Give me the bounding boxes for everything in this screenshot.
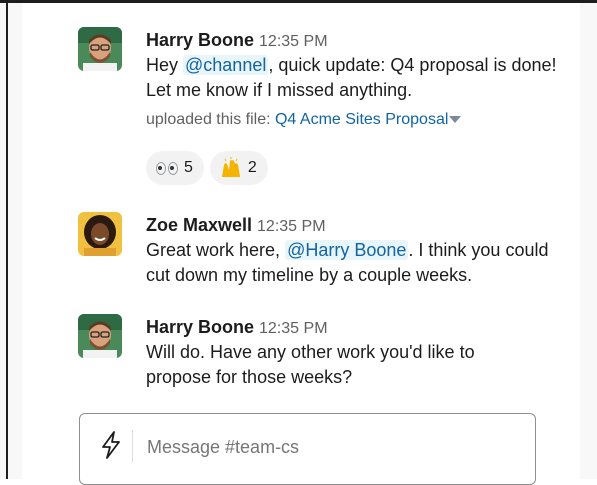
sender-name[interactable]: Zoe Maxwell bbox=[146, 215, 252, 235]
sender-name[interactable]: Harry Boone bbox=[146, 30, 254, 50]
eyes-emoji-icon bbox=[156, 161, 178, 175]
message-text-part: Great work here, bbox=[146, 240, 286, 260]
app-window: Harry Boone 12:35 PM Hey @channel, quick … bbox=[0, 0, 597, 485]
reaction-eyes[interactable]: 5 bbox=[146, 151, 204, 185]
reaction-count: 5 bbox=[184, 159, 193, 176]
reaction-raised-hands[interactable]: 2 bbox=[209, 151, 268, 185]
message-text: Will do. Have any other work you'd like … bbox=[146, 342, 475, 387]
timestamp[interactable]: 12:35 PM bbox=[259, 33, 327, 50]
avatar-harry-boone bbox=[78, 314, 122, 358]
avatar[interactable] bbox=[78, 212, 122, 256]
message-text-part: Hey bbox=[146, 55, 184, 75]
window-border-left bbox=[6, 0, 8, 479]
composer-divider bbox=[132, 430, 133, 462]
mention-user[interactable]: @Harry Boone bbox=[285, 240, 409, 260]
avatar-harry-boone bbox=[78, 27, 122, 71]
avatar[interactable] bbox=[78, 27, 122, 71]
timestamp[interactable]: 12:35 PM bbox=[257, 218, 325, 235]
timestamp[interactable]: 12:35 PM bbox=[259, 320, 327, 337]
avatar-zoe-maxwell bbox=[78, 212, 122, 256]
message-composer[interactable]: Message #team-cs bbox=[79, 413, 536, 485]
message-text: Great work here, @Harry Boone. I think y… bbox=[146, 238, 566, 288]
file-prefix: uploaded this file: bbox=[146, 111, 275, 128]
avatar[interactable] bbox=[78, 314, 122, 358]
message-text: Hey @channel, quick update: Q4 proposal … bbox=[146, 53, 566, 103]
reaction-count: 2 bbox=[247, 159, 257, 176]
mention-channel[interactable]: @channel bbox=[183, 55, 269, 75]
file-upload-line: uploaded this file: Q4 Acme Sites Propos… bbox=[146, 108, 566, 132]
message-pane: Harry Boone 12:35 PM Hey @channel, quick … bbox=[22, 3, 580, 485]
message-input[interactable]: Message #team-cs bbox=[147, 437, 299, 458]
reactions: 5 2 bbox=[146, 151, 268, 185]
chevron-down-icon[interactable] bbox=[449, 116, 462, 124]
file-link[interactable]: Q4 Acme Sites Proposal bbox=[275, 111, 448, 128]
lightning-bolt-icon[interactable] bbox=[100, 431, 122, 459]
raised-hands-emoji-icon bbox=[221, 157, 240, 177]
sender-name[interactable]: Harry Boone bbox=[146, 317, 254, 337]
